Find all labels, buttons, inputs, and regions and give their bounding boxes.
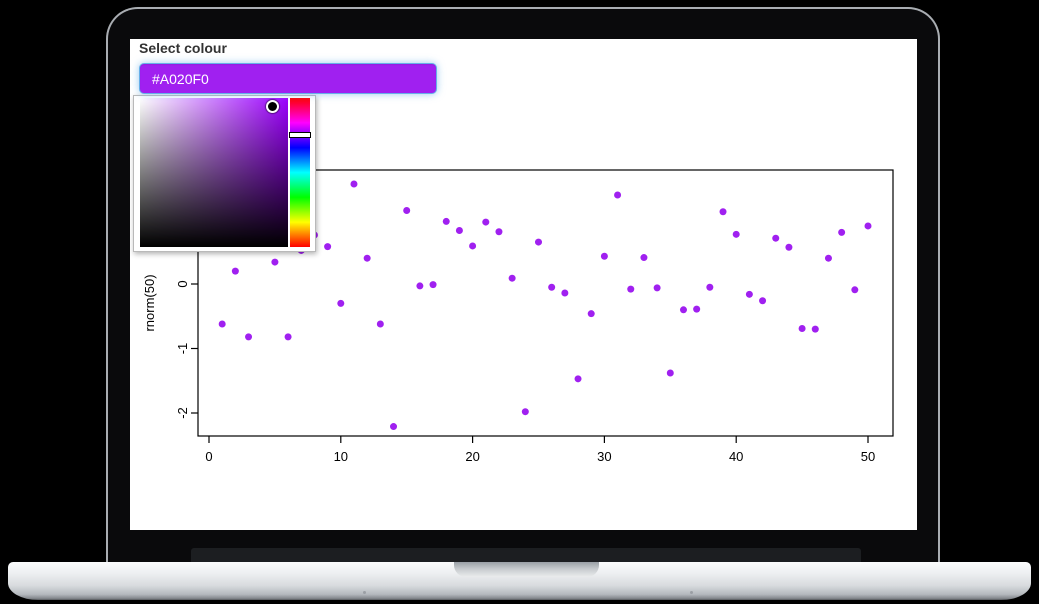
data-point	[640, 254, 647, 261]
x-tick-label: 20	[465, 449, 479, 464]
base-screw-dot	[363, 591, 366, 594]
y-tick-label: -1	[175, 343, 190, 355]
laptop-screen: Select colour 010203040500-1-2rnorm(50)	[130, 39, 917, 530]
hue-slider[interactable]	[290, 98, 310, 247]
data-point	[575, 375, 582, 382]
saturation-gradient[interactable]	[140, 98, 288, 247]
data-point	[812, 326, 819, 333]
laptop-lid: Select colour 010203040500-1-2rnorm(50)	[106, 7, 940, 562]
data-point	[350, 181, 357, 188]
data-point	[271, 259, 278, 266]
data-point	[522, 408, 529, 415]
data-point	[390, 423, 397, 430]
data-point	[561, 290, 568, 297]
data-point	[733, 231, 740, 238]
data-point	[337, 300, 344, 307]
colour-input[interactable]	[139, 63, 437, 94]
base-screw-dot	[690, 591, 693, 594]
data-point	[759, 297, 766, 304]
data-point	[416, 282, 423, 289]
data-point	[430, 281, 437, 288]
data-point	[285, 333, 292, 340]
x-tick-label: 10	[334, 449, 348, 464]
data-point	[654, 284, 661, 291]
data-point	[851, 286, 858, 293]
laptop-base	[8, 562, 1031, 600]
data-point	[443, 218, 450, 225]
data-point	[746, 291, 753, 298]
data-point	[535, 239, 542, 246]
data-point	[469, 242, 476, 249]
data-point	[693, 306, 700, 313]
data-point	[403, 207, 410, 214]
data-point	[482, 219, 489, 226]
x-tick-label: 40	[729, 449, 743, 464]
data-point	[456, 227, 463, 234]
laptop-mockup: Select colour 010203040500-1-2rnorm(50)	[0, 0, 1039, 604]
data-point	[865, 222, 872, 229]
data-point	[495, 228, 502, 235]
saturation-marker[interactable]	[266, 100, 279, 113]
y-tick-label: -2	[175, 407, 190, 419]
data-point	[324, 243, 331, 250]
x-tick-label: 50	[861, 449, 875, 464]
data-point	[680, 306, 687, 313]
hue-slider-marker[interactable]	[289, 132, 311, 138]
data-point	[667, 370, 674, 377]
data-point	[588, 310, 595, 317]
data-point	[219, 320, 226, 327]
y-tick-label: 0	[175, 280, 190, 287]
data-point	[364, 255, 371, 262]
x-tick-label: 0	[205, 449, 212, 464]
data-point	[772, 235, 779, 242]
data-point	[548, 284, 555, 291]
data-point	[601, 253, 608, 260]
data-point	[785, 244, 792, 251]
data-point	[825, 255, 832, 262]
laptop-lid-notch	[454, 562, 599, 577]
data-point	[838, 229, 845, 236]
x-tick-label: 30	[597, 449, 611, 464]
hinge-shadow	[191, 548, 861, 562]
data-point	[509, 275, 516, 282]
data-point	[799, 325, 806, 332]
data-point	[232, 268, 239, 275]
data-point	[627, 286, 634, 293]
data-point	[706, 284, 713, 291]
colour-picker-panel	[133, 95, 316, 252]
data-point	[377, 320, 384, 327]
y-axis-title: rnorm(50)	[142, 274, 157, 331]
data-point	[720, 208, 727, 215]
data-point	[614, 191, 621, 198]
data-point	[245, 333, 252, 340]
